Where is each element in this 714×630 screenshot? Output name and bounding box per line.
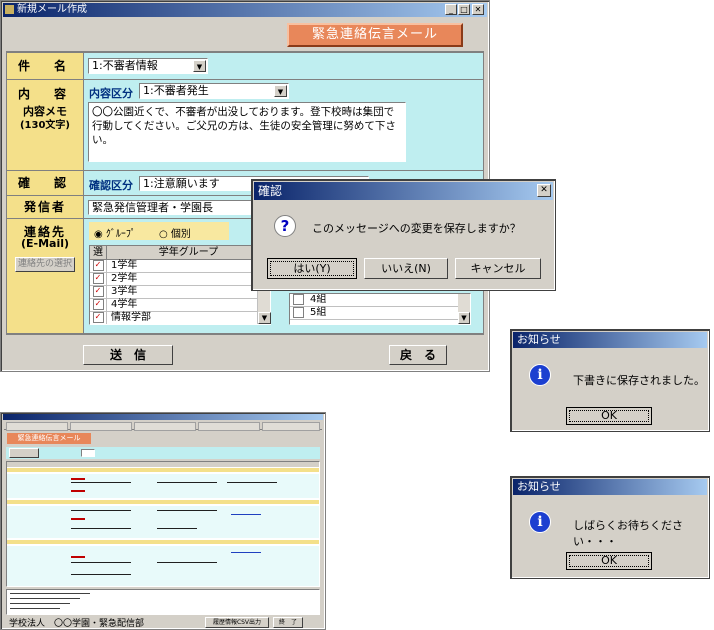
send-button[interactable]: 送 信 [83,345,173,365]
grade-group-label: 4学年 [111,299,138,310]
class-row-label: 4組 [310,294,327,305]
scroll-down-arrow[interactable]: ▼ [258,312,271,324]
thumb-toolbar [6,447,320,459]
class-grid: 4組 5組 [289,293,471,325]
memo-limit-label: (130文字) [19,120,70,131]
scroll-down-arrow[interactable]: ▼ [458,312,470,324]
thumb-csv-button[interactable]: 履歴情報CSV出力 [205,617,269,628]
grid-header-select: 選 [90,246,107,259]
notice-title: お知らせ [517,333,561,346]
chevron-down-icon[interactable]: ▼ [193,60,206,72]
notice-message: 下書きに保存されました。 [573,374,705,387]
checkbox-cell: ✓ [90,312,107,324]
radio-group[interactable]: ◉ ｸﾞﾙｰﾌﾟ [94,225,136,240]
checkbox[interactable]: ✓ [92,273,104,284]
yes-button[interactable]: はい(Y) [267,258,357,279]
thumb-tab-strip [4,422,322,431]
thumb-detail-lines [10,593,90,609]
sender-field[interactable]: 緊急発信管理者・学園長 [88,200,268,215]
content-type-value: 1:不審者発生 [143,84,209,97]
notice-message: しばらくお待ちください・・・ [573,519,683,548]
select-recipient-button[interactable]: 連絡先の選択 [15,257,75,272]
ok-button[interactable]: OK [566,552,652,570]
checkbox-cell: ✓ [90,286,107,298]
grade-group-label: 3学年 [111,286,138,297]
confirm-type-value: 1:注意願います [143,177,220,190]
minimize-button[interactable]: _ [445,4,457,15]
no-button[interactable]: いいえ(N) [364,258,448,279]
info-icon: i [529,511,551,533]
checkbox[interactable] [292,307,304,318]
confirm-message: このメッセージへの変更を保存しますか？ [312,222,521,235]
recipient-sub-label: (E-Mail) [20,237,70,250]
confirm-dialog: 確認 ✕ ? このメッセージへの変更を保存しますか？ はい(Y) いいえ(N) … [251,179,556,291]
question-icon: ? [274,215,296,237]
checkbox-cell: ✓ [90,260,107,272]
thumb-history-rows [7,462,319,586]
chevron-down-icon[interactable]: ▼ [274,85,287,97]
thumb-send-button[interactable] [9,448,39,458]
table-row[interactable]: ✓ 4学年 [90,299,270,312]
ok-button[interactable]: OK [566,407,652,425]
checkbox[interactable]: ✓ [92,260,104,271]
close-button[interactable]: ✕ [537,184,551,197]
notice-dialog-saved: お知らせ i 下書きに保存されました。 OK [510,329,710,432]
table-row[interactable]: ✓ 情報学部 [90,312,270,324]
grade-group-label: 1学年 [111,260,138,271]
thumb-history-grid [6,461,320,587]
confirm-title-bar: 確認 ✕ [254,182,553,200]
back-button[interactable]: 戻 る [389,345,447,365]
table-row[interactable]: ✓ 1学年 [90,260,270,273]
notice-dialog-wait: お知らせ i しばらくお待ちください・・・ OK [510,476,710,579]
checkbox-cell: ✓ [90,299,107,311]
radio-individual[interactable]: ○ 個別 [159,225,191,240]
banner: 緊急連絡伝言メール [287,23,463,47]
subject-combo-value: 1:不審者情報 [92,59,158,72]
content-type-label: 内容区分 [89,87,133,100]
grade-group-grid: 選 学年グループ ✓ 1学年 ✓ 2学年 ✓ 3学年 ✓ 4学年 ✓ 情報学部 [89,245,271,325]
subject-label: 件 名 [7,53,83,79]
memo-textarea[interactable]: 〇〇公園近くで、不審者が出没しております。登下校時は集団で行動してください。ご父… [88,102,406,162]
grade-group-label: 情報学部 [111,312,151,323]
title-bar: 新規メール作成 _ □ ✕ [3,3,487,17]
info-icon: i [529,364,551,386]
table-row[interactable]: ✓ 2学年 [90,273,270,286]
subject-combo[interactable]: 1:不審者情報 ▼ [88,58,208,74]
content-label: 内 容 [17,87,72,101]
grid-header-group: 学年グループ [158,247,219,258]
thumb-footer-text: 学校法人 〇〇学園・緊急配信部 [9,619,145,629]
grade-group-label: 2学年 [111,273,138,284]
history-window-thumbnail: 緊急連絡伝言メール 学校法人 〇〇学園・緊急配信部 履歴情報CSV出力 終 了 [0,412,326,630]
radio-individual-label: 個別 [170,229,191,240]
table-row[interactable]: 4組 [290,294,470,307]
notice-title-bar: お知らせ [513,479,707,495]
confirm-label: 確 認 [7,171,83,195]
thumb-detail-pane [6,589,320,615]
checkbox[interactable]: ✓ [92,286,104,297]
content-type-combo[interactable]: 1:不審者発生 ▼ [139,83,289,99]
confirm-dialog-title: 確認 [258,184,283,198]
thumb-end-button[interactable]: 終 了 [273,617,303,628]
checkbox[interactable]: ✓ [92,299,104,310]
checkbox[interactable]: ✓ [92,312,104,323]
confirm-type-label: 確認区分 [89,179,133,192]
notice-title: お知らせ [517,480,561,493]
thumb-interval-field[interactable] [81,449,95,457]
cancel-button[interactable]: キャンセル [455,258,541,279]
app-icon [5,5,14,14]
thumb-title-bar [3,414,323,420]
checkbox[interactable] [292,294,304,305]
sender-label: 発信者 [7,196,83,218]
checkbox-cell: ✓ [90,273,107,285]
class-row-label: 5組 [310,307,327,318]
window-title: 新規メール作成 [17,4,87,15]
maximize-button[interactable]: □ [458,4,470,15]
close-button[interactable]: ✕ [472,4,484,15]
notice-title-bar: お知らせ [513,332,707,348]
radio-group-label: ｸﾞﾙｰﾌﾟ [105,229,136,240]
class-grid-scrollbar[interactable]: ▼ [458,294,470,324]
table-row[interactable]: 5組 [290,307,470,320]
table-row[interactable]: ✓ 3学年 [90,286,270,299]
thumb-banner: 緊急連絡伝言メール [7,433,91,444]
